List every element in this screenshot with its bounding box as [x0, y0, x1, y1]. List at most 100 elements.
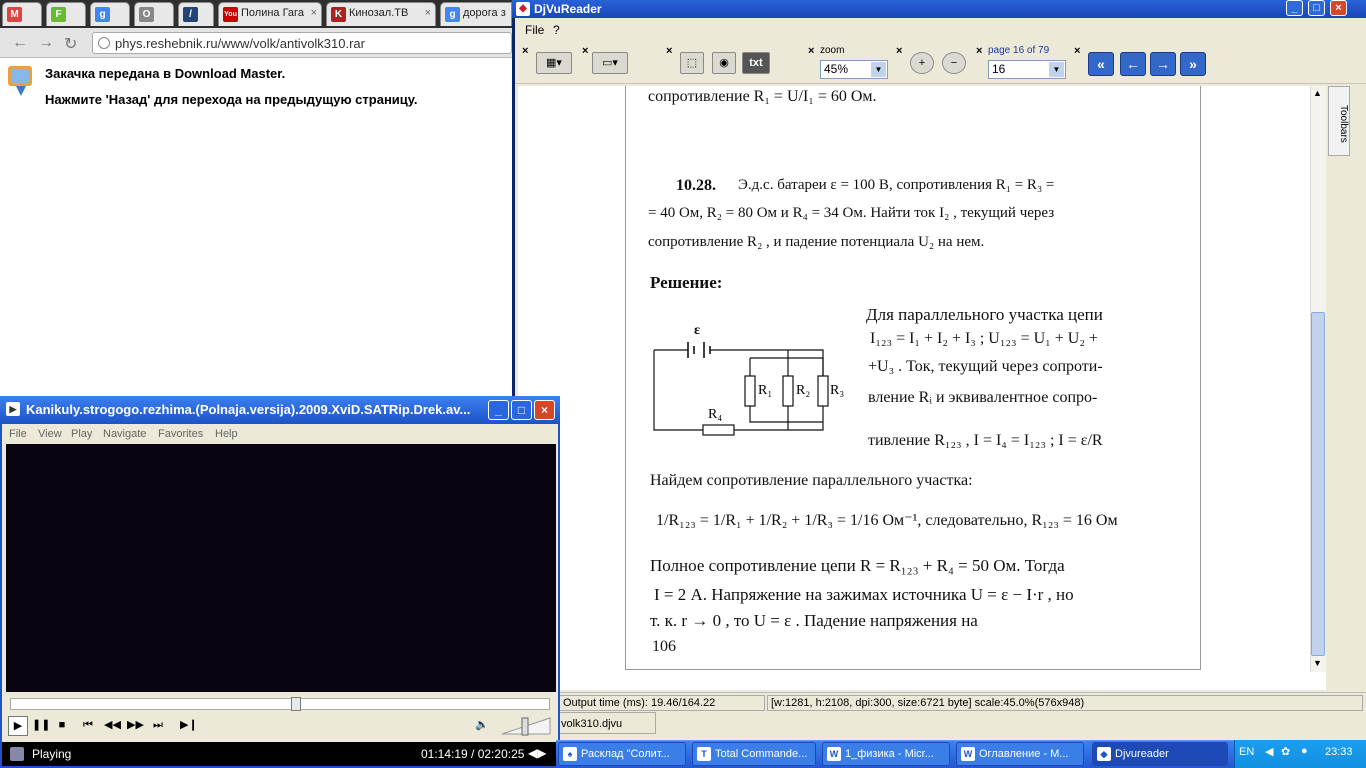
solution-text-4: вление Rᵢ и эквивалентное сопро-	[868, 389, 1098, 406]
image-button[interactable]: ◉	[712, 52, 736, 74]
toolbar-close-icon[interactable]: ×	[1074, 45, 1080, 57]
google-icon: g	[95, 7, 110, 22]
close-icon[interactable]: ×	[425, 7, 431, 19]
previous-button[interactable]: ⏮	[80, 716, 96, 736]
task-word-physics[interactable]: W 1_физика - Micr...	[822, 742, 950, 766]
close-button[interactable]: ×	[1330, 0, 1347, 16]
solution-text-9: I = 2 А. Напряжение на зажимах источника…	[654, 585, 1074, 604]
first-page-button[interactable]: «	[1088, 52, 1114, 76]
kinozal-icon: K	[331, 7, 346, 22]
zoom-label: zoom	[820, 45, 845, 56]
back-icon[interactable]: ←	[12, 34, 28, 52]
page-mode-button[interactable]: ▭▾	[592, 52, 628, 74]
task-djvureader[interactable]: ◆ Djvureader	[1092, 742, 1228, 766]
player-menu-file[interactable]: File	[9, 428, 27, 440]
left-arrow-icon: ←	[1126, 56, 1140, 72]
toolbar-close-icon[interactable]: ×	[808, 45, 814, 57]
right-arrow-icon: →	[1156, 56, 1170, 72]
tab-kinozal[interactable]: K Кинозал.ТВ ×	[326, 2, 436, 26]
toolbar-close-icon[interactable]: ×	[666, 45, 672, 57]
scroll-up-icon[interactable]: ▲	[1313, 88, 1322, 98]
tab-site[interactable]: /	[178, 2, 214, 26]
reload-icon[interactable]: ↻	[64, 34, 77, 54]
player-minimize-button[interactable]: _	[488, 400, 509, 420]
frame-step-button[interactable]: ▶❙	[180, 716, 198, 736]
player-menu-navigate[interactable]: Navigate	[103, 428, 146, 440]
pause-button[interactable]: ❚❚	[32, 716, 50, 736]
zoom-in-button[interactable]: +	[910, 52, 934, 74]
formula-line: 1/R₁₂₃ = 1/R₁ + 1/R₂ + 1/R₃ = 1/16 Ом⁻¹,…	[656, 512, 1118, 529]
system-tray: EN ◀ ✿ ● 23:33	[1234, 740, 1366, 768]
toolbar-close-icon[interactable]: ×	[522, 45, 528, 57]
problem-text-1: Э.д.с. батареи ε = 100 В, сопротивления …	[738, 177, 1055, 193]
stop-button[interactable]: ■	[54, 716, 70, 736]
tray-arrow-icon[interactable]: ◀	[1265, 745, 1273, 758]
circuit-r1-label: R₁	[758, 383, 772, 398]
close-icon[interactable]: ×	[311, 7, 317, 19]
seek-thumb[interactable]	[290, 697, 301, 711]
last-page-button[interactable]: »	[1180, 52, 1206, 76]
djvu-icon: ◆	[1097, 747, 1111, 761]
image-icon: ◉	[719, 57, 729, 69]
next-button[interactable]: ⏭	[150, 716, 166, 736]
tab-feedly[interactable]: F	[46, 2, 86, 26]
address-bar[interactable]: phys.reshebnik.ru/www/volk/antivolk310.r…	[92, 32, 512, 54]
globe-icon	[98, 37, 110, 49]
forward-icon[interactable]: →	[38, 34, 54, 52]
page-select[interactable]: 16 ▼	[988, 60, 1066, 79]
maximize-button[interactable]: □	[1308, 0, 1325, 16]
minimize-button[interactable]: _	[1286, 0, 1303, 16]
task-solitaire[interactable]: ♠ Расклад "Солит...	[558, 742, 686, 766]
tab-youtube[interactable]: You Полина Гага ×	[218, 2, 322, 26]
volume-slider[interactable]	[500, 716, 552, 736]
odnoklassniki-icon: О	[139, 7, 154, 22]
player-menu-help[interactable]: Help	[215, 428, 238, 440]
prev-page-button[interactable]: ←	[1120, 52, 1146, 76]
toolbars-sidetab[interactable]: Toolbars	[1328, 86, 1350, 156]
tab-road[interactable]: g дорога з	[440, 2, 512, 26]
network-icon[interactable]: ✿	[1281, 745, 1290, 758]
fast-forward-icon: ▶▶	[127, 719, 144, 731]
toolbar-close-icon[interactable]: ×	[896, 45, 902, 57]
problem-text-2: = 40 Ом, R₂ = 80 Ом и R₄ = 34 Ом. Найти …	[648, 205, 1055, 221]
tray-app-icon[interactable]: ●	[1301, 745, 1308, 757]
output-time: Output time (ms): 19.46/164.22	[559, 695, 765, 711]
player-menu-view[interactable]: View	[38, 428, 62, 440]
solution-text-3: +U₃ . Ток, текущий через сопроти-	[868, 358, 1103, 375]
player-menu-favorites[interactable]: Favorites	[158, 428, 203, 440]
forward-button[interactable]: ▶▶	[127, 716, 144, 736]
problem-number: 10.28.	[676, 177, 716, 194]
text-button[interactable]: txt	[742, 52, 770, 74]
problem-text-3: сопротивление R₂ , и падение потенциала …	[648, 234, 985, 250]
mute-button[interactable]: 🔈	[474, 716, 490, 736]
menu-help[interactable]: ?	[553, 23, 560, 37]
skip-back-icon: ⏮	[83, 719, 93, 731]
toolbar-close-icon[interactable]: ×	[582, 45, 588, 57]
tab-ok[interactable]: О	[134, 2, 174, 26]
zoom-out-button[interactable]: −	[942, 52, 966, 74]
seek-bar[interactable]	[10, 698, 550, 710]
scroll-down-icon[interactable]: ▼	[1313, 658, 1322, 668]
djvu-file-tab[interactable]: volk310.djvu	[556, 712, 656, 734]
select-button[interactable]: ⬚	[680, 52, 704, 74]
task-word-contents[interactable]: W Оглавление - M...	[956, 742, 1084, 766]
player-menu-play[interactable]: Play	[71, 428, 92, 440]
tab-google[interactable]: g	[90, 2, 130, 26]
player-maximize-button[interactable]: □	[511, 400, 532, 420]
next-page-button[interactable]: →	[1150, 52, 1176, 76]
toolbar-close-icon[interactable]: ×	[976, 45, 982, 57]
menu-file[interactable]: File	[525, 23, 544, 37]
zoom-select[interactable]: 45% ▼	[820, 60, 888, 79]
djvu-app-icon: ◆	[516, 2, 530, 16]
djvu-toolbar	[515, 42, 1366, 84]
player-close-button[interactable]: ×	[534, 400, 555, 420]
play-button[interactable]: ▶	[8, 716, 28, 736]
tab-gmail[interactable]: M	[2, 2, 42, 26]
rewind-button[interactable]: ◀◀	[104, 716, 121, 736]
layout-button[interactable]: ▦▾	[536, 52, 572, 74]
scrollbar-thumb[interactable]	[1311, 312, 1325, 656]
task-totalcmd[interactable]: T Total Commande...	[692, 742, 816, 766]
video-area[interactable]	[6, 444, 556, 692]
circuit-r2-label: R₂	[796, 383, 810, 398]
language-indicator[interactable]: EN	[1239, 746, 1254, 758]
